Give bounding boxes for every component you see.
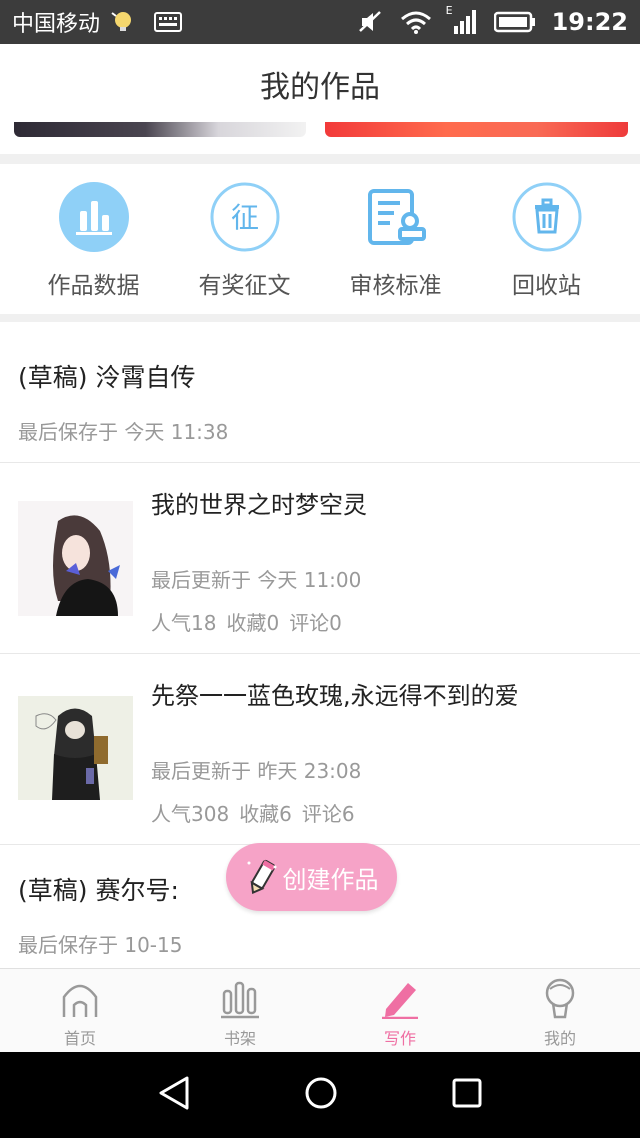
home-icon [60, 977, 100, 1023]
profile-icon [540, 977, 580, 1023]
nav-write[interactable]: 写作 [320, 969, 480, 1052]
quick-actions: 作品数据 征 有奖征文 审核标准 回收站 [0, 164, 640, 314]
notification-bulb-icon [110, 9, 136, 35]
battery-icon [493, 11, 536, 33]
page-header: 我的作品 [0, 44, 640, 124]
nav-home[interactable]: 首页 [0, 969, 160, 1052]
work-stats: 人气18 收藏0 评论0 [151, 607, 622, 636]
bottom-nav: 首页 书架 写作 我的 [0, 968, 640, 1052]
svg-text:征: 征 [230, 201, 258, 234]
pencil-icon [380, 977, 420, 1023]
action-label: 有奖征文 [198, 273, 291, 299]
list-item-work[interactable]: 我的世界之时梦空灵 最后更新于 今天 11:00 人气18 收藏0 评论0 [0, 463, 640, 654]
wifi-icon [400, 10, 432, 34]
updated-time: 最后更新于 昨天 23:08 [151, 759, 362, 783]
work-cover-image [18, 501, 133, 616]
network-type-label: E [445, 4, 453, 17]
review-standard-icon [359, 180, 433, 254]
action-label: 审核标准 [349, 273, 442, 299]
home-button-icon[interactable] [304, 1076, 338, 1114]
carrier-name: 中国移动 [12, 12, 101, 37]
popularity-count: 人气18 [151, 611, 217, 635]
page-title: 我的作品 [260, 70, 380, 105]
list-item-work[interactable]: 先祭一一蓝色玫瑰,永远得不到的爱 最后更新于 昨天 23:08 人气308 收藏… [0, 654, 640, 845]
system-nav-bar [0, 1052, 640, 1138]
popularity-count: 人气308 [151, 802, 230, 826]
contest-icon: 征 [208, 180, 282, 254]
action-review-standard[interactable]: 审核标准 [326, 180, 466, 314]
list-item-draft[interactable]: (草稿) 泠霄自传 最后保存于 今天 11:38 [0, 322, 640, 463]
bookshelf-icon [220, 977, 260, 1023]
work-info: 先祭一一蓝色玫瑰,永远得不到的爱 最后更新于 昨天 23:08 人气308 收藏… [151, 676, 622, 827]
nav-label: 书架 [223, 1029, 256, 1048]
banner-image-left[interactable] [14, 122, 306, 137]
comments-count: 评论6 [301, 802, 355, 826]
work-cover-image [18, 696, 133, 800]
comments-count: 评论0 [289, 611, 342, 635]
nav-bookshelf[interactable]: 书架 [160, 969, 320, 1052]
work-title: 我的世界之时梦空灵 [151, 491, 367, 519]
updated-time: 最后更新于 今天 11:00 [151, 568, 362, 592]
banner-carousel[interactable] [0, 122, 640, 140]
create-work-button[interactable]: 创建作品 [226, 843, 397, 911]
section-divider [0, 314, 640, 322]
action-work-data[interactable]: 作品数据 [24, 180, 164, 314]
banner-image-right[interactable] [325, 122, 628, 137]
trash-icon [510, 180, 584, 254]
mute-icon [358, 9, 384, 35]
favorites-count: 收藏0 [226, 611, 280, 635]
saved-time: 最后保存于 10-15 [18, 933, 183, 957]
create-work-label: 创建作品 [282, 865, 379, 894]
clock: 19:22 [551, 8, 628, 36]
work-stats: 人气308 收藏6 评论6 [151, 798, 622, 827]
section-divider [0, 154, 640, 164]
saved-time: 最后保存于 今天 11:38 [18, 420, 229, 444]
favorites-count: 收藏6 [239, 802, 292, 826]
action-contest[interactable]: 征 有奖征文 [175, 180, 315, 314]
nav-profile[interactable]: 我的 [480, 969, 640, 1052]
keyboard-icon [154, 12, 183, 32]
signal-icon: E [446, 4, 478, 34]
work-title: (草稿) 泠霄自传 [18, 363, 196, 392]
work-info: 我的世界之时梦空灵 最后更新于 今天 11:00 人气18 收藏0 评论0 [151, 485, 622, 636]
action-recycle-bin[interactable]: 回收站 [477, 180, 617, 314]
nav-label: 我的 [543, 1029, 576, 1048]
action-label: 回收站 [512, 273, 581, 299]
work-title: 先祭一一蓝色玫瑰,永远得不到的爱 [151, 682, 519, 710]
bar-chart-icon [57, 180, 131, 254]
status-bar: 中国移动 E 19:22 [0, 0, 640, 44]
back-icon[interactable] [157, 1075, 191, 1115]
nav-label: 写作 [383, 1029, 416, 1048]
nav-label: 首页 [63, 1029, 96, 1048]
pencil-icon [245, 857, 279, 897]
action-label: 作品数据 [47, 273, 140, 299]
recent-apps-icon[interactable] [451, 1077, 483, 1113]
